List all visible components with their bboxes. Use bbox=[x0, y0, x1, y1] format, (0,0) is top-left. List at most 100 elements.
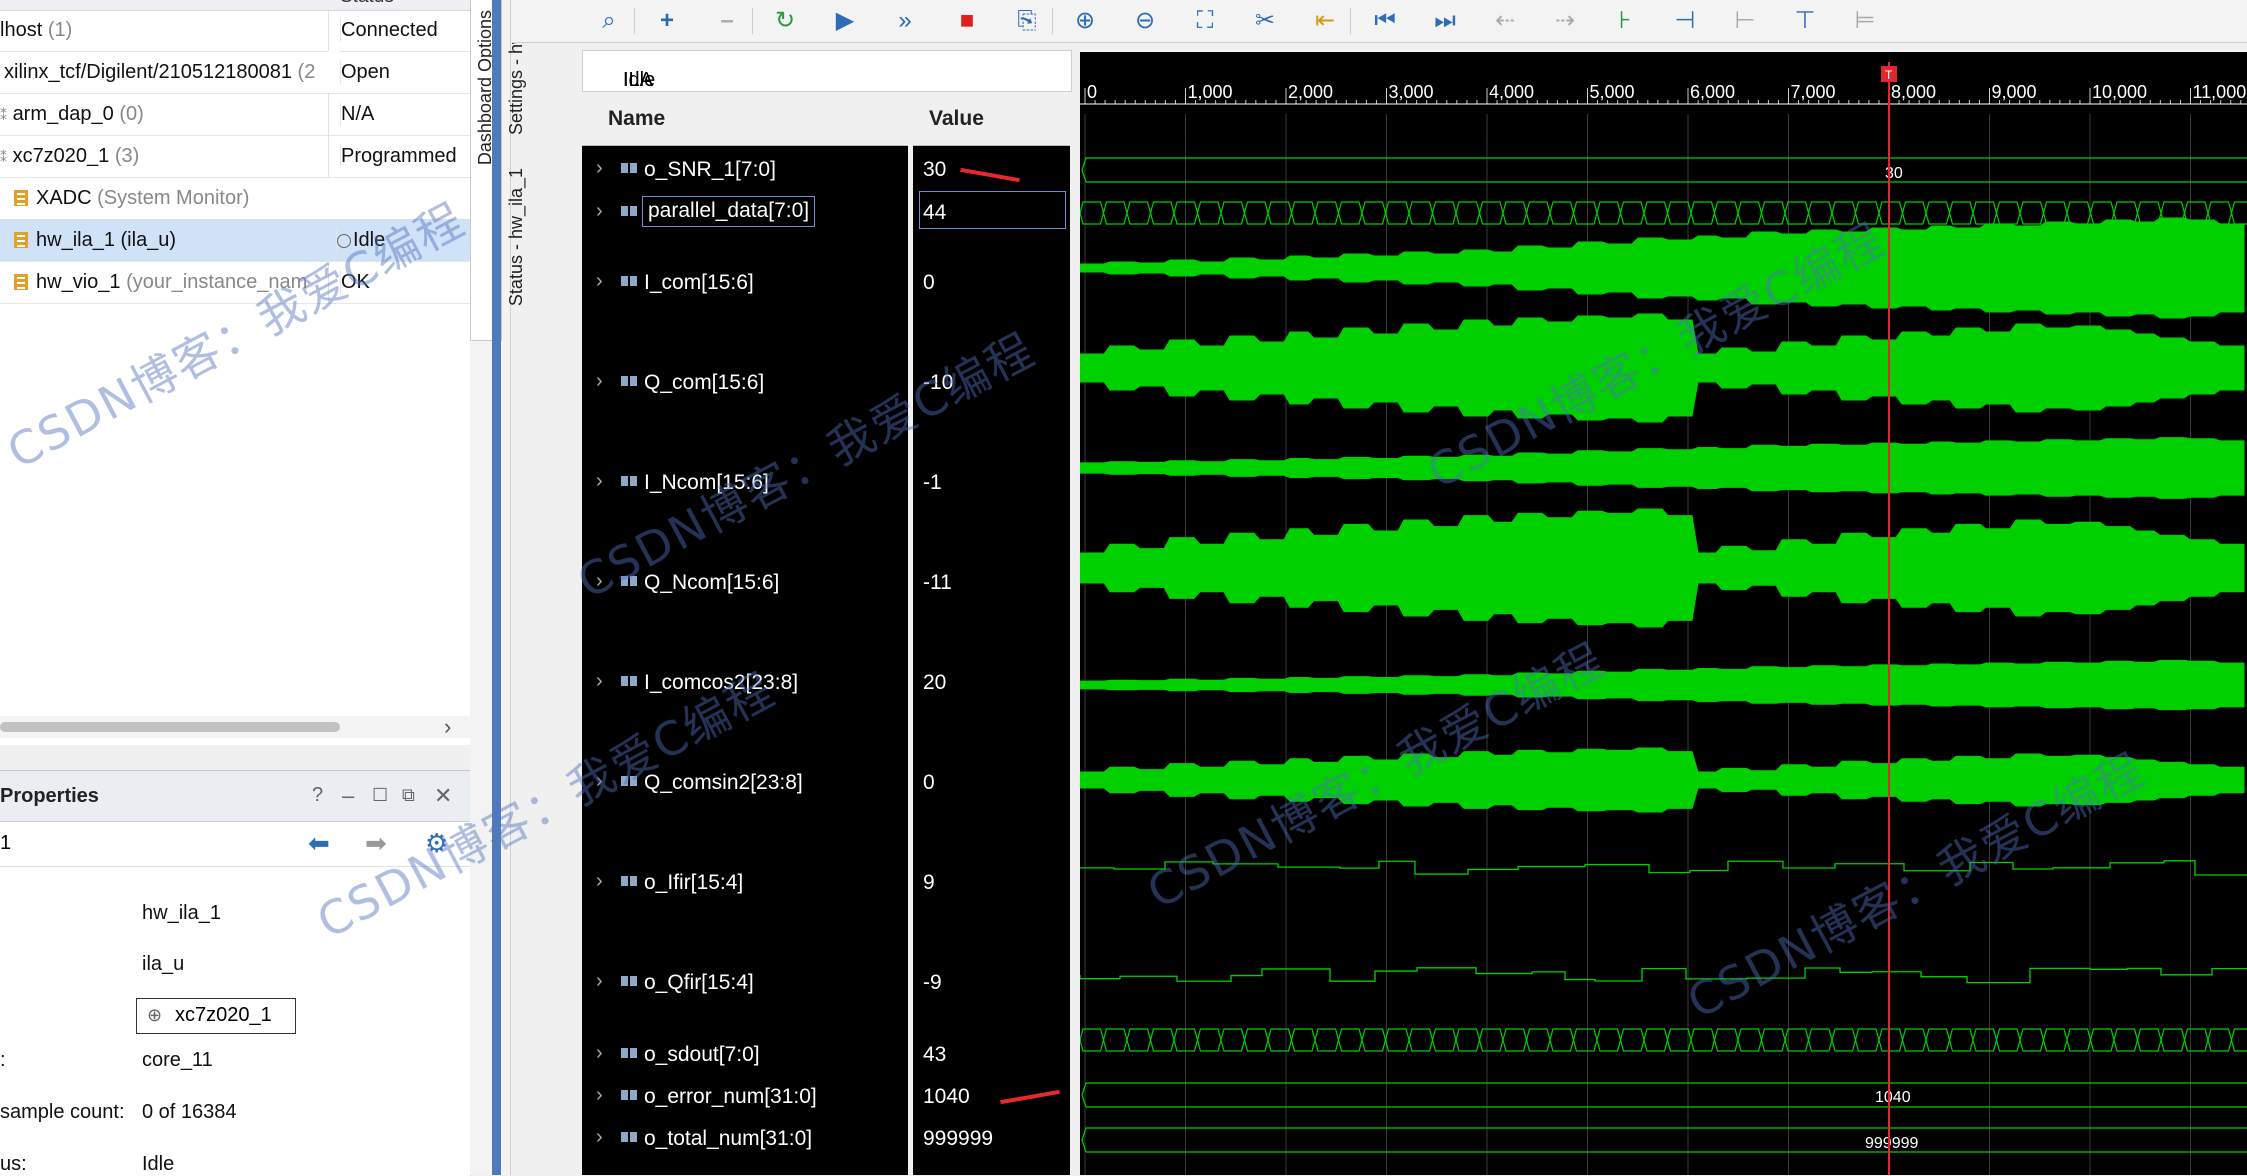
row-status: Programmed bbox=[340, 145, 457, 168]
back-arrow-icon[interactable]: ⬅ bbox=[308, 828, 330, 859]
bus-icon bbox=[621, 1048, 637, 1058]
status-column-header[interactable]: Status bbox=[340, 0, 394, 8]
expand-chevron-icon[interactable]: › bbox=[596, 870, 603, 893]
add-icon[interactable]: + bbox=[650, 4, 684, 38]
float-icon[interactable]: ⧉ bbox=[402, 785, 415, 806]
expand-chevron-icon[interactable]: › bbox=[596, 970, 603, 993]
export-icon[interactable]: ⎘ bbox=[1010, 4, 1044, 38]
next-transition-icon[interactable]: ⇢ bbox=[1548, 4, 1582, 38]
maximize-icon[interactable]: ☐ bbox=[372, 785, 388, 806]
signal-name: I_com[15:6] bbox=[644, 271, 754, 294]
row-count: (ila_u) bbox=[120, 229, 177, 251]
ruler-tick-label: 2,000 bbox=[1288, 82, 1333, 102]
prop-device-link[interactable]: ⊕ xc7z020_1 bbox=[136, 998, 296, 1034]
next-marker-icon[interactable]: ⊢ bbox=[1728, 4, 1762, 38]
minimize-icon[interactable]: – bbox=[342, 783, 354, 809]
signal-row[interactable]: › o_total_num[31:0] bbox=[582, 1124, 908, 1154]
add-marker-icon[interactable]: ⊦ bbox=[1608, 4, 1642, 38]
go-to-start-icon[interactable]: ⏮ bbox=[1368, 4, 1402, 38]
ruler-tick-label: 10,000 bbox=[2092, 82, 2147, 102]
hardware-row-target[interactable]: xilinx_tcf/Digilent/210512180081 (2 Open bbox=[0, 51, 470, 94]
value-column-header[interactable]: Value bbox=[913, 93, 1070, 146]
gear-icon[interactable]: ⚙ bbox=[425, 828, 448, 859]
expand-chevron-icon[interactable]: › bbox=[596, 470, 603, 493]
expand-chevron-icon[interactable]: › bbox=[596, 1126, 603, 1149]
expand-chevron-icon[interactable]: › bbox=[596, 370, 603, 393]
expand-chevron-icon[interactable]: › bbox=[596, 670, 603, 693]
stop-icon[interactable]: ■ bbox=[950, 4, 984, 38]
expand-chevron-icon[interactable]: › bbox=[596, 270, 603, 293]
expand-chevron-icon[interactable]: › bbox=[596, 1042, 603, 1065]
signal-row[interactable]: › parallel_data[7:0] bbox=[582, 196, 908, 228]
previous-marker-icon[interactable]: ⊣ bbox=[1668, 4, 1702, 38]
tab-status[interactable]: Status - hw_ila_1 bbox=[506, 168, 527, 306]
hardware-row-ila[interactable]: hw_ila_1 (ila_u) Idle bbox=[0, 219, 470, 262]
help-icon[interactable]: ? bbox=[312, 784, 323, 807]
row-status: OK bbox=[340, 271, 370, 294]
signal-value: 20 bbox=[923, 671, 947, 694]
zoom-cursor-icon[interactable]: ✂ bbox=[1248, 4, 1282, 38]
hardware-row-device[interactable]: ⁑ xc7z020_1 (3) Programmed bbox=[0, 135, 470, 178]
prop-status-value: Idle bbox=[142, 1153, 175, 1175]
expand-chevron-icon[interactable]: › bbox=[596, 200, 603, 223]
scroll-right-icon[interactable]: › bbox=[444, 714, 451, 740]
signal-value: 999999 bbox=[923, 1127, 994, 1150]
swap-cursors-icon[interactable]: ⊤ bbox=[1788, 4, 1822, 38]
hardware-row-vio[interactable]: hw_vio_1 (your_instance_nam OK bbox=[0, 261, 470, 304]
name-column-header[interactable]: Name bbox=[582, 93, 908, 146]
prop-status-label: us: bbox=[0, 1153, 27, 1175]
expand-chevron-icon[interactable]: › bbox=[596, 770, 603, 793]
row-name: XADC bbox=[36, 187, 92, 209]
signal-row[interactable]: › Q_com[15:6] bbox=[582, 368, 908, 398]
signal-row[interactable]: › o_Qfir[15:4] bbox=[582, 968, 908, 998]
waveform-display[interactable]: 0 1,000 2,000 3,000 4,000 5,000 6,000 7,000 8,00… bbox=[1080, 52, 2247, 1175]
prop-cell-value: ila_u bbox=[142, 953, 185, 975]
bus-waveform bbox=[1081, 157, 2247, 183]
auto-retrigger-icon[interactable]: » bbox=[888, 4, 922, 38]
bus-value-label: 30 bbox=[1885, 165, 1903, 182]
ruler-tick-label: 7,000 bbox=[1791, 82, 1836, 102]
column-divider bbox=[328, 135, 329, 177]
expand-chevron-icon[interactable]: › bbox=[596, 157, 603, 180]
selected-object: 1 bbox=[0, 832, 12, 854]
idle-status-icon bbox=[337, 234, 351, 248]
remove-icon[interactable]: – bbox=[710, 4, 744, 38]
hardware-row-arm-dap[interactable]: ⁑ arm_dap_0 (0) N/A bbox=[0, 93, 470, 136]
expand-chevron-icon[interactable]: › bbox=[596, 570, 603, 593]
signal-row[interactable]: › o_error_num[31:0] bbox=[582, 1082, 908, 1112]
signal-row[interactable]: › Q_Ncom[15:6] bbox=[582, 568, 908, 598]
signal-value: 0 bbox=[923, 271, 935, 294]
search-icon[interactable]: ⌕ bbox=[592, 4, 626, 38]
ila-status-value: Idle bbox=[623, 69, 656, 91]
run-trigger-icon[interactable]: ▶ bbox=[828, 4, 862, 38]
hardware-row-host[interactable]: lhost (1) Connected bbox=[0, 9, 470, 52]
signal-row[interactable]: › Q_comsin2[23:8] bbox=[582, 768, 908, 798]
signal-row[interactable]: › I_comcos2[23:8] bbox=[582, 668, 908, 698]
fix-cursor-icon[interactable]: ⊨ bbox=[1848, 4, 1882, 38]
signal-row[interactable]: › o_sdout[7:0] bbox=[582, 1040, 908, 1070]
hardware-row-xadc[interactable]: XADC (System Monitor) bbox=[0, 177, 470, 220]
signal-row[interactable]: › o_SNR_1[7:0] bbox=[582, 155, 908, 185]
signal-row[interactable]: › o_Ifir[15:4] bbox=[582, 868, 908, 898]
row-status: Open bbox=[340, 61, 390, 84]
waveform-canvas[interactable]: 0 1,000 2,000 3,000 4,000 5,000 6,000 7,000 8,00… bbox=[1080, 52, 2247, 1175]
signal-name-column: Name › o_SNR_1[7:0] › parallel_data[7:0] › I_… bbox=[582, 93, 908, 1175]
signal-row[interactable]: › I_Ncom[15:6] bbox=[582, 468, 908, 498]
bus-icon bbox=[621, 876, 637, 886]
bus-icon bbox=[621, 476, 637, 486]
go-to-cursor-icon[interactable]: ⇤ bbox=[1308, 4, 1342, 38]
zoom-fit-icon[interactable]: ⛶ bbox=[1188, 4, 1222, 38]
signal-row[interactable]: › I_com[15:6] bbox=[582, 268, 908, 298]
waveform-toolbar: ⌕ + – ↻ ▶ » ■ ⎘ ⊕ ⊖ ⛶ ✂ ⇤ ⏮ ⏭ ⇠ ⇢ ⊦ ⊣ ⊢ … bbox=[512, 0, 2247, 43]
zoom-in-icon[interactable]: ⊕ bbox=[1068, 4, 1102, 38]
forward-arrow-icon[interactable]: ➡ bbox=[365, 828, 387, 859]
go-to-end-icon[interactable]: ⏭ bbox=[1428, 4, 1462, 38]
scrollbar-thumb[interactable] bbox=[0, 722, 340, 732]
zoom-out-icon[interactable]: ⊖ bbox=[1128, 4, 1162, 38]
chip-icon bbox=[14, 274, 28, 290]
previous-transition-icon[interactable]: ⇠ bbox=[1488, 4, 1522, 38]
chip-icon bbox=[14, 232, 28, 248]
expand-chevron-icon[interactable]: › bbox=[596, 1084, 603, 1107]
run-trigger-immediate-icon[interactable]: ↻ bbox=[768, 4, 802, 38]
close-icon[interactable]: ✕ bbox=[434, 783, 452, 809]
